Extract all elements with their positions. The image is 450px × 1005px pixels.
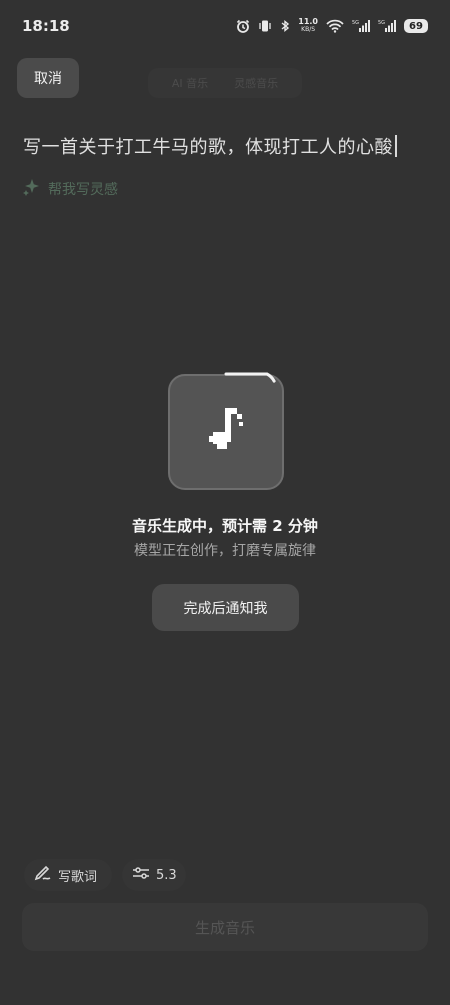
mode-tabs: AI 音乐 灵感音乐: [148, 68, 302, 98]
model-version-button[interactable]: 5.3: [122, 859, 186, 891]
text-caret: [395, 135, 397, 157]
notify-when-done-button[interactable]: 完成后通知我: [152, 584, 299, 631]
svg-text:5G: 5G: [352, 20, 359, 26]
svg-text:5G: 5G: [378, 20, 385, 26]
generate-music-button[interactable]: 生成音乐: [22, 903, 428, 951]
pen-icon: [34, 865, 52, 885]
battery-indicator: 69: [404, 19, 428, 33]
status-icons: 11.0 KB/S 5G 5G 69: [236, 14, 428, 38]
sparkle-icon: [23, 178, 41, 200]
tab-ai-music[interactable]: AI 音乐: [172, 75, 208, 91]
vibrate-icon: [258, 19, 272, 33]
write-lyrics-button[interactable]: 写歌词: [24, 859, 112, 891]
model-version-label: 5.3: [156, 867, 177, 883]
write-lyrics-label: 写歌词: [58, 869, 98, 885]
status-bar: 18:18 11.0 KB/S 5G 5G 69: [0, 0, 450, 52]
progress-path: [224, 372, 276, 383]
generation-progress-arc: [224, 372, 276, 383]
status-time: 18:18: [22, 17, 70, 35]
sliders-icon: [132, 866, 150, 884]
alarm-icon: [236, 19, 250, 33]
tab-inspiration-music[interactable]: 灵感音乐: [234, 75, 278, 91]
inspire-label: 帮我写灵感: [48, 182, 118, 198]
net-speed: 11.0 KB/S: [298, 17, 318, 34]
generation-title: 音乐生成中，预计需 2 分钟: [132, 517, 318, 535]
wifi-icon: [326, 19, 344, 33]
signal-5g-icon: 5G: [378, 19, 396, 33]
generation-subtitle: 模型正在创作，打磨专属旋律: [134, 543, 316, 559]
inspire-button[interactable]: 帮我写灵感: [23, 178, 118, 200]
prompt-text[interactable]: 写一首关于打工牛马的歌，体现打工人的心酸: [23, 133, 397, 159]
signal-5g-icon: 5G: [352, 19, 370, 33]
bluetooth-icon: [280, 19, 290, 33]
cancel-button[interactable]: 取消: [17, 58, 79, 98]
